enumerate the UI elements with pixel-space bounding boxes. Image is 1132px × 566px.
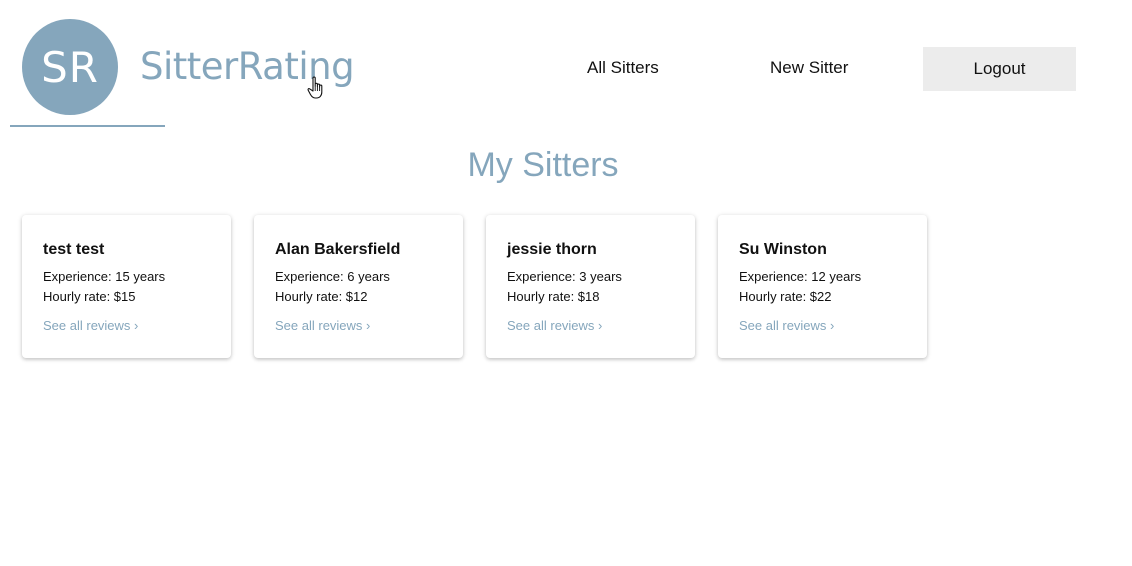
sitter-hourly-rate: Hourly rate: $18 [507,289,600,304]
sitter-hourly-rate: Hourly rate: $15 [43,289,136,304]
active-nav-underline [10,125,165,127]
hand-pointer-cursor-icon [307,76,323,99]
see-all-reviews-link[interactable]: See all reviews › [507,318,602,333]
logout-button[interactable]: Logout [923,47,1076,91]
logo-initials: SR [41,42,99,92]
sitter-hourly-rate: Hourly rate: $22 [739,289,832,304]
sitter-name: jessie thorn [507,241,597,258]
sitter-name: Alan Bakersfield [275,241,401,258]
logo-badge-icon: SR [22,19,118,115]
see-all-reviews-link[interactable]: See all reviews › [275,318,370,333]
sitter-experience: Experience: 15 years [43,269,166,284]
sitter-card: test test Experience: 15 years Hourly ra… [22,215,231,358]
sitter-card: jessie thorn Experience: 3 years Hourly … [486,215,695,358]
sitter-name: Su Winston [739,241,827,258]
sitter-experience: Experience: 6 years [275,269,390,284]
sitter-card: Su Winston Experience: 12 years Hourly r… [718,215,927,358]
sitter-experience: Experience: 12 years [739,269,862,284]
see-all-reviews-link[interactable]: See all reviews › [43,318,138,333]
sitter-experience: Experience: 3 years [507,269,622,284]
sitter-card: Alan Bakersfield Experience: 6 years Hou… [254,215,463,358]
sitter-card-list: test test Experience: 15 years Hourly ra… [22,215,927,358]
sitter-hourly-rate: Hourly rate: $12 [275,289,368,304]
sitter-name: test test [43,241,105,258]
nav-all-sitters-link[interactable]: All Sitters [587,58,659,78]
nav-new-sitter-link[interactable]: New Sitter [770,58,848,78]
logo-home-link[interactable]: SR SitterRating [22,19,355,115]
site-header: SR SitterRating All Sitters New Sitter L… [0,0,1132,130]
see-all-reviews-link[interactable]: See all reviews › [739,318,834,333]
page-title: My Sitters [467,146,619,184]
